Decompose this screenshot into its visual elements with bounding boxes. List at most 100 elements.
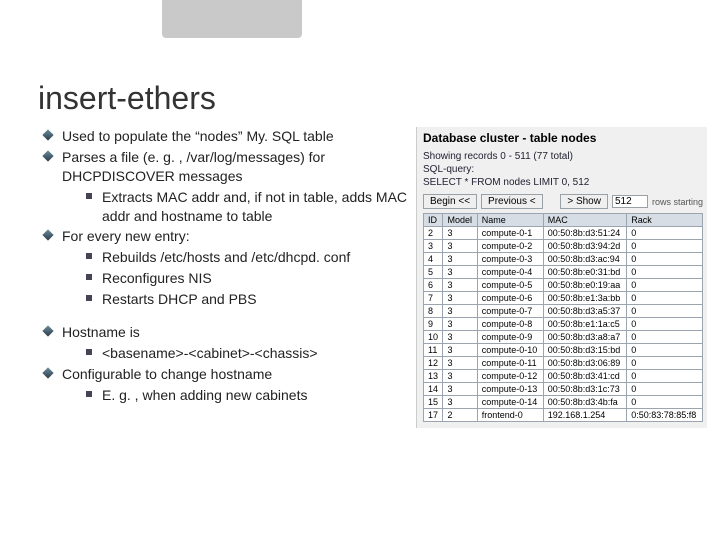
table-cell: compute-0-7 bbox=[477, 305, 543, 318]
table-cell: frontend-0 bbox=[477, 409, 543, 422]
bullets-main: Used to populate the “nodes” My. SQL tab… bbox=[40, 127, 410, 309]
table-cell: 3 bbox=[443, 266, 477, 279]
table-cell: 3 bbox=[443, 396, 477, 409]
table-cell: 00:50:8b:d3:15:bd bbox=[543, 344, 626, 357]
sub-bullets: E. g. , when adding new cabinets bbox=[62, 386, 410, 405]
table-cell: 4 bbox=[424, 253, 443, 266]
table-cell: 14 bbox=[424, 383, 443, 396]
table-cell: 3 bbox=[443, 279, 477, 292]
table-body: 23compute-0-100:50:8b:d3:51:24033compute… bbox=[424, 227, 703, 422]
rows-starting-label: rows starting bbox=[652, 197, 703, 207]
bullet-item: Parses a file (e. g. , /var/log/messages… bbox=[40, 148, 410, 226]
sub-bullet-item: E. g. , when adding new cabinets bbox=[84, 386, 410, 405]
nodes-table: IDModelNameMACRack 23compute-0-100:50:8b… bbox=[423, 213, 703, 422]
table-row: 53compute-0-400:50:8b:e0:31:bd0 bbox=[424, 266, 703, 279]
table-cell: 0:50:83:78:85:f8 bbox=[627, 409, 703, 422]
table-cell: compute-0-12 bbox=[477, 370, 543, 383]
table-cell: 0 bbox=[627, 227, 703, 240]
table-cell: 0 bbox=[627, 344, 703, 357]
table-cell: 0 bbox=[627, 370, 703, 383]
table-header-cell: Name bbox=[477, 214, 543, 227]
table-cell: 00:50:8b:e0:31:bd bbox=[543, 266, 626, 279]
sub-bullet-item: Restarts DHCP and PBS bbox=[84, 290, 410, 309]
db-nav: Begin << Previous < > Show rows starting bbox=[423, 194, 703, 209]
bullets-secondary: Hostname is<basename>-<cabinet>-<chassis… bbox=[40, 323, 410, 405]
table-cell: compute-0-2 bbox=[477, 240, 543, 253]
table-row: 153compute-0-1400:50:8b:d3:4b:fa0 bbox=[424, 396, 703, 409]
sub-bullets: <basename>-<cabinet>-<chassis> bbox=[62, 344, 410, 363]
table-cell: 6 bbox=[424, 279, 443, 292]
table-row: 113compute-0-1000:50:8b:d3:15:bd0 bbox=[424, 344, 703, 357]
bullet-text: Configurable to change hostname bbox=[62, 366, 272, 382]
table-cell: 0 bbox=[627, 318, 703, 331]
table-cell: 3 bbox=[443, 370, 477, 383]
table-cell: 0 bbox=[627, 266, 703, 279]
table-cell: 0 bbox=[627, 253, 703, 266]
table-cell: 00:50:8b:d3:4b:fa bbox=[543, 396, 626, 409]
db-records-count: Showing records 0 - 511 (77 total) bbox=[423, 151, 703, 162]
table-cell: 3 bbox=[443, 305, 477, 318]
table-cell: 192.168.1.254 bbox=[543, 409, 626, 422]
table-cell: 5 bbox=[424, 266, 443, 279]
begin-button[interactable]: Begin << bbox=[423, 194, 477, 209]
table-cell: 0 bbox=[627, 305, 703, 318]
table-cell: 12 bbox=[424, 357, 443, 370]
tab-shadow bbox=[162, 0, 302, 38]
table-cell: 0 bbox=[627, 240, 703, 253]
table-row: 63compute-0-500:50:8b:e0:19:aa0 bbox=[424, 279, 703, 292]
table-row: 83compute-0-700:50:8b:d3:a5:370 bbox=[424, 305, 703, 318]
slide: insert-ethers Used to populate the “node… bbox=[0, 0, 720, 540]
previous-button[interactable]: Previous < bbox=[481, 194, 543, 209]
table-cell: compute-0-10 bbox=[477, 344, 543, 357]
table-header-cell: Model bbox=[443, 214, 477, 227]
table-cell: 7 bbox=[424, 292, 443, 305]
table-cell: 3 bbox=[443, 344, 477, 357]
table-cell: 0 bbox=[627, 331, 703, 344]
table-cell: compute-0-8 bbox=[477, 318, 543, 331]
table-cell: 00:50:8b:d3:ac:94 bbox=[543, 253, 626, 266]
table-cell: 3 bbox=[443, 240, 477, 253]
table-cell: compute-0-3 bbox=[477, 253, 543, 266]
table-cell: 13 bbox=[424, 370, 443, 383]
table-cell: 00:50:8b:d3:06:89 bbox=[543, 357, 626, 370]
table-cell: 8 bbox=[424, 305, 443, 318]
table-cell: 00:50:8b:d3:94:2d bbox=[543, 240, 626, 253]
table-cell: compute-0-6 bbox=[477, 292, 543, 305]
left-column: Used to populate the “nodes” My. SQL tab… bbox=[40, 127, 410, 419]
table-row: 172frontend-0192.168.1.2540:50:83:78:85:… bbox=[424, 409, 703, 422]
db-panel: Database cluster - table nodes Showing r… bbox=[416, 127, 707, 428]
table-cell: 3 bbox=[443, 331, 477, 344]
slide-title: insert-ethers bbox=[38, 80, 702, 117]
table-cell: 0 bbox=[627, 292, 703, 305]
table-cell: 3 bbox=[443, 253, 477, 266]
bullet-text: For every new entry: bbox=[62, 228, 190, 244]
table-cell: 3 bbox=[443, 292, 477, 305]
table-cell: 10 bbox=[424, 331, 443, 344]
table-cell: 3 bbox=[443, 357, 477, 370]
table-cell: compute-0-11 bbox=[477, 357, 543, 370]
table-row: 43compute-0-300:50:8b:d3:ac:940 bbox=[424, 253, 703, 266]
bullet-item: Configurable to change hostname E. g. , w… bbox=[40, 365, 410, 405]
rows-input[interactable] bbox=[612, 195, 648, 208]
sub-bullet-item: Rebuilds /etc/hosts and /etc/dhcpd. conf bbox=[84, 248, 410, 267]
db-heading: Database cluster - table nodes bbox=[423, 131, 703, 145]
table-cell: 2 bbox=[424, 227, 443, 240]
table-cell: 11 bbox=[424, 344, 443, 357]
table-row: 33compute-0-200:50:8b:d3:94:2d0 bbox=[424, 240, 703, 253]
table-cell: 00:50:8b:e1:1a:c5 bbox=[543, 318, 626, 331]
table-cell: 00:50:8b:e1:3a:bb bbox=[543, 292, 626, 305]
table-cell: 00:50:8b:d3:41:cd bbox=[543, 370, 626, 383]
table-cell: 0 bbox=[627, 396, 703, 409]
sub-bullets: Extracts MAC addr and, if not in table, … bbox=[62, 188, 410, 226]
table-header-cell: ID bbox=[424, 214, 443, 227]
show-button[interactable]: > Show bbox=[560, 194, 608, 209]
table-row: 103compute-0-900:50:8b:d3:a8:a70 bbox=[424, 331, 703, 344]
sub-bullets: Rebuilds /etc/hosts and /etc/dhcpd. conf… bbox=[62, 248, 410, 309]
table-cell: 3 bbox=[443, 227, 477, 240]
bullet-item: Hostname is<basename>-<cabinet>-<chassis… bbox=[40, 323, 410, 363]
db-sql-label: SQL-query: bbox=[423, 164, 703, 175]
table-cell: 3 bbox=[443, 318, 477, 331]
table-cell: 0 bbox=[627, 357, 703, 370]
db-sql-query: SELECT * FROM nodes LIMIT 0, 512 bbox=[423, 177, 703, 188]
table-row: 23compute-0-100:50:8b:d3:51:240 bbox=[424, 227, 703, 240]
